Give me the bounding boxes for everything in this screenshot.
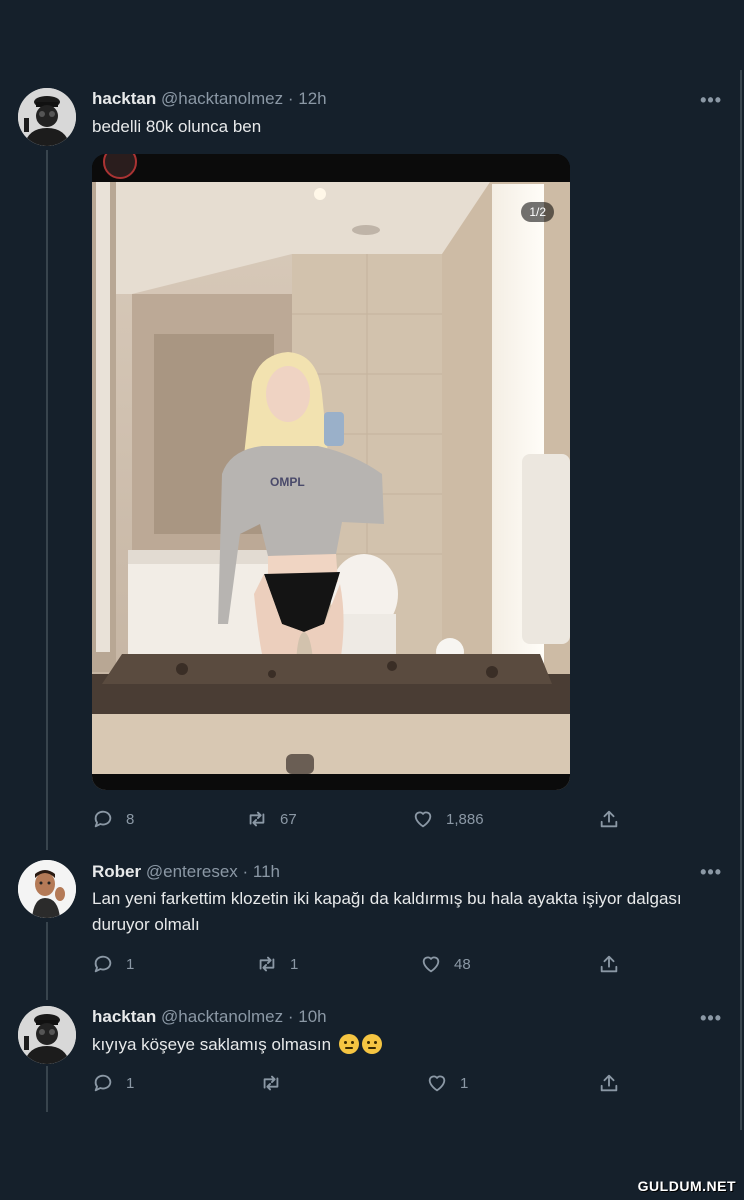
- tweet-actions: 8 67 1,886: [92, 808, 632, 834]
- tweet-text: bedelli 80k olunca ben: [92, 117, 262, 136]
- retweet-icon: [263, 1075, 279, 1091]
- retweet-count: 1: [290, 955, 299, 973]
- author-name[interactable]: hacktan: [92, 89, 156, 108]
- avatar-image: [18, 1006, 76, 1064]
- timestamp[interactable]: · 12h: [288, 89, 327, 108]
- svg-text:OMPL: OMPL: [270, 475, 305, 489]
- reply-count: 1: [126, 955, 135, 973]
- avatar[interactable]: [18, 88, 76, 146]
- author-handle[interactable]: @enteresex: [146, 862, 238, 881]
- mirror-selfie-photo: OMPL: [92, 154, 570, 790]
- retweet-button[interactable]: 67: [246, 808, 297, 830]
- reply-button[interactable]: 8: [92, 808, 134, 830]
- more-icon[interactable]: •••: [700, 862, 722, 883]
- retweet-button[interactable]: [260, 1072, 294, 1094]
- share-icon: [600, 955, 618, 973]
- tweet-text: Lan yeni farkettim klozetin iki kapağı d…: [92, 889, 682, 934]
- share-button[interactable]: [598, 953, 620, 975]
- timestamp[interactable]: · 10h: [288, 1007, 327, 1026]
- like-button[interactable]: 48: [420, 953, 471, 975]
- tweet-text: kıyıya köşeye saklamış olmasın: [92, 1035, 332, 1054]
- share-icon: [600, 810, 618, 828]
- tweet-header: Rober @enteresex · 11h: [92, 862, 280, 882]
- share-icon: [600, 1074, 618, 1092]
- more-icon[interactable]: •••: [700, 1008, 722, 1029]
- like-button[interactable]: 1,886: [412, 808, 484, 830]
- heart-icon: [422, 956, 440, 973]
- tweet-text-row: kıyıya köşeye saklamış olmasın: [92, 1032, 692, 1058]
- reply-icon: [94, 810, 112, 828]
- like-button[interactable]: 1: [426, 1072, 468, 1094]
- author-name[interactable]: hacktan: [92, 1007, 156, 1026]
- share-button[interactable]: [598, 808, 620, 830]
- like-count: 48: [454, 955, 471, 973]
- thread-line: [46, 1066, 48, 1112]
- author-name[interactable]: Rober: [92, 862, 141, 881]
- retweet-icon: [249, 811, 265, 827]
- tweet-actions: 1 1 48: [92, 953, 632, 979]
- like-count: 1: [460, 1074, 469, 1092]
- tweet-header: hacktan @hacktanolmez · 12h: [92, 89, 327, 109]
- reply-button[interactable]: 1: [92, 953, 134, 975]
- media-counter: 1/2: [521, 202, 554, 222]
- avatar-image: [18, 88, 76, 146]
- retweet-icon: [259, 956, 275, 972]
- thinking-face-emoji-icon: [361, 1034, 382, 1054]
- timeline-border: [740, 70, 742, 1130]
- reply-icon: [94, 955, 112, 973]
- tweet-header: hacktan @hacktanolmez · 10h: [92, 1007, 327, 1027]
- retweet-count: 67: [280, 810, 297, 828]
- reply-count: 8: [126, 810, 135, 828]
- reply-icon: [94, 1074, 112, 1092]
- thread-line: [46, 922, 48, 1000]
- thread-line: [46, 150, 48, 850]
- reply-count: 1: [126, 1074, 135, 1092]
- timestamp[interactable]: · 11h: [243, 862, 281, 881]
- watermark: GULDUM.NET: [637, 1178, 736, 1194]
- avatar-image: [18, 860, 76, 918]
- avatar[interactable]: [18, 860, 76, 918]
- heart-icon: [414, 811, 432, 828]
- author-handle[interactable]: @hacktanolmez: [161, 1007, 283, 1026]
- reply-button[interactable]: 1: [92, 1072, 134, 1094]
- heart-icon: [428, 1075, 446, 1092]
- more-icon[interactable]: •••: [700, 90, 722, 111]
- like-count: 1,886: [446, 810, 484, 828]
- share-button[interactable]: [598, 1072, 620, 1094]
- author-handle[interactable]: @hacktanolmez: [161, 89, 283, 108]
- retweet-button[interactable]: 1: [256, 953, 298, 975]
- tweet-media[interactable]: OMPL 1/2: [92, 154, 570, 790]
- tweet-actions: 1 1: [92, 1072, 632, 1098]
- thinking-face-emoji-icon: [338, 1034, 359, 1054]
- avatar[interactable]: [18, 1006, 76, 1064]
